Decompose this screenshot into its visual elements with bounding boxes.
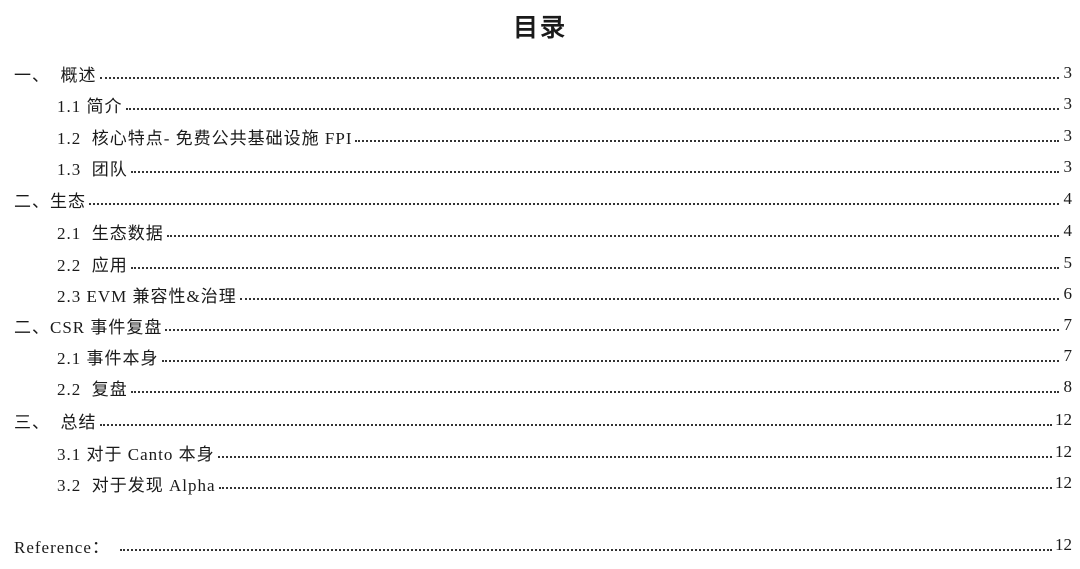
toc-entry-label: 2.1 生态数据: [57, 223, 164, 243]
toc-entry-page: 12: [1055, 535, 1072, 554]
toc-entry[interactable]: 2.2 复盘 8: [57, 372, 1072, 402]
toc-entry[interactable]: 1.3 团队 3: [57, 152, 1072, 182]
dot-leader: [217, 456, 1052, 458]
toc-entry-label: 2.2 复盘: [57, 379, 128, 399]
toc-entry[interactable]: 二、CSR 事件复盘 7: [14, 310, 1072, 340]
toc-entry-label: 二、生态: [14, 191, 86, 211]
toc-entry-label: 1.3 团队: [57, 159, 128, 179]
toc-entry[interactable]: 二、生态 4: [14, 184, 1072, 214]
toc-entry-label: 1.1 简介: [57, 96, 123, 116]
toc-entry-label: 二、CSR 事件复盘: [14, 317, 163, 337]
toc-entry[interactable]: 2.2 应用 5: [57, 248, 1072, 278]
toc-entry[interactable]: 3.1 对于 Canto 本身 12: [57, 437, 1072, 467]
dot-leader: [130, 171, 1059, 173]
dot-leader: [161, 360, 1059, 362]
toc-entry-page: 12: [1055, 473, 1072, 492]
dot-leader: [355, 140, 1059, 142]
toc-entry-label: 1.2 核心特点- 免费公共基础设施 FPI: [57, 128, 353, 148]
toc-entry[interactable]: 2.3 EVM 兼容性&治理 6: [57, 279, 1072, 309]
toc-entry-page: 8: [1063, 377, 1073, 396]
dot-leader: [125, 108, 1059, 110]
toc-entry[interactable]: 2.1 事件本身 7: [57, 341, 1072, 371]
toc-entry-page: 4: [1063, 221, 1073, 240]
toc-entry-label: 2.3 EVM 兼容性&治理: [57, 286, 237, 306]
toc-entry-label: 一、 概述: [14, 65, 97, 85]
toc-entry-label: 2.1 事件本身: [57, 348, 159, 368]
toc-entry-page: 7: [1063, 346, 1073, 365]
dot-leader: [89, 203, 1059, 205]
toc-entry-reference[interactable]: Reference： 12: [14, 530, 1072, 560]
toc-entry-label: Reference：: [14, 537, 110, 557]
dot-leader: [99, 424, 1052, 426]
toc-entry[interactable]: 1.1 简介 3: [57, 89, 1072, 119]
dot-leader: [166, 235, 1059, 237]
toc-entry[interactable]: 3.2 对于发现 Alpha 12: [57, 468, 1072, 498]
dot-leader: [218, 487, 1052, 489]
dot-leader: [239, 298, 1059, 300]
toc-entry-label: 3.1 对于 Canto 本身: [57, 444, 215, 464]
dot-leader: [130, 391, 1059, 393]
toc-entry-page: 7: [1063, 315, 1073, 334]
toc-entry-page: 3: [1063, 157, 1073, 176]
toc-entry-label: 三、 总结: [14, 412, 97, 432]
toc-entry-page: 12: [1055, 410, 1072, 429]
toc-entry[interactable]: 1.2 核心特点- 免费公共基础设施 FPI 3: [57, 121, 1072, 151]
toc-entry-page: 3: [1063, 126, 1073, 145]
toc-entry[interactable]: 三、 总结 12: [14, 405, 1072, 435]
toc-entry-page: 3: [1063, 63, 1073, 82]
toc-entry-page: 3: [1063, 94, 1073, 113]
toc-entry-page: 6: [1063, 284, 1073, 303]
page-title: 目录: [512, 13, 567, 42]
toc-entry[interactable]: 2.1 生态数据 4: [57, 216, 1072, 246]
toc-entry-page: 5: [1063, 253, 1073, 272]
dot-leader: [119, 549, 1052, 551]
toc-entry-page: 12: [1055, 442, 1072, 461]
dot-leader: [130, 267, 1059, 269]
dot-leader: [99, 77, 1059, 79]
toc-entry-label: 3.2 对于发现 Alpha: [57, 475, 216, 495]
dot-leader: [165, 329, 1059, 331]
toc-entry[interactable]: 一、 概述 3: [14, 58, 1072, 88]
toc-entry-label: 2.2 应用: [57, 255, 128, 275]
toc-entry-page: 4: [1063, 189, 1073, 208]
